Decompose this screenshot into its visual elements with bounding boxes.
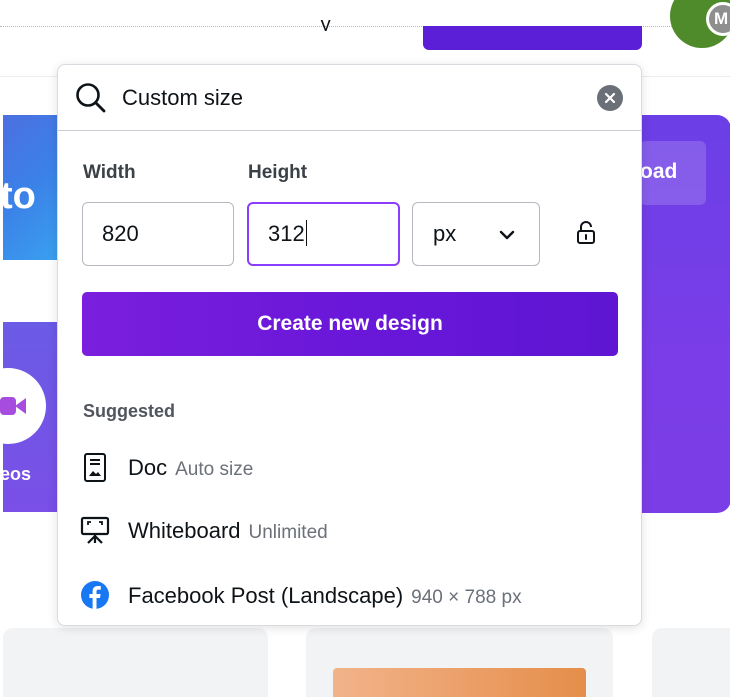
template-card[interactable]: [652, 628, 730, 697]
suggested-heading: Suggested: [83, 401, 176, 421]
videos-label: eos: [0, 464, 32, 484]
template-thumbnail: [333, 668, 586, 697]
suggested-item-meta: Unlimited: [248, 522, 328, 543]
search-input[interactable]: [122, 81, 582, 115]
unit-select[interactable]: px: [412, 202, 540, 266]
suggested-item-doc[interactable]: Doc Auto size: [58, 439, 641, 495]
suggested-item-name: Whiteboard: [128, 518, 241, 543]
avatar[interactable]: M: [670, 0, 730, 48]
height-value: 312: [268, 221, 305, 246]
unlock-icon[interactable]: [575, 220, 597, 246]
suggested-item-meta: 940 × 788 px: [411, 587, 522, 608]
header-purple-button[interactable]: [423, 26, 642, 50]
suggested-item-name: Doc: [128, 455, 168, 480]
height-input[interactable]: 312: [247, 202, 400, 266]
template-card[interactable]: [3, 628, 268, 697]
text-caret: [305, 220, 307, 247]
height-label: Height: [248, 162, 308, 183]
suggested-item-facebook-post[interactable]: Facebook Post (Landscape) 940 × 788 px: [58, 567, 641, 623]
upload-button-label: oad: [640, 160, 678, 183]
background-blue-card-text: to: [0, 175, 36, 217]
search-bar: [58, 65, 641, 131]
custom-size-popover: Width Height 820 312 px Create new desig…: [57, 64, 642, 626]
video-camera-icon: [0, 397, 26, 415]
chevron-down-icon: [499, 230, 515, 240]
width-label: Width: [83, 162, 136, 183]
suggested-item-meta: Auto size: [175, 459, 254, 480]
facebook-icon: [81, 581, 109, 609]
width-value: 820: [102, 221, 139, 246]
avatar-initial: M: [706, 2, 730, 36]
suggested-item-whiteboard[interactable]: Whiteboard Unlimited: [58, 502, 641, 558]
doc-icon: [84, 453, 106, 482]
close-icon: [604, 92, 616, 104]
width-input[interactable]: 820: [82, 202, 234, 266]
search-icon: [76, 83, 106, 113]
clear-search-button[interactable]: [597, 85, 623, 111]
create-new-design-button[interactable]: Create new design: [82, 292, 618, 356]
whiteboard-icon: [80, 516, 110, 544]
header-cut-text: _ y: [300, 19, 333, 31]
unit-value: px: [433, 221, 457, 246]
suggested-item-name: Facebook Post (Landscape): [128, 583, 404, 608]
